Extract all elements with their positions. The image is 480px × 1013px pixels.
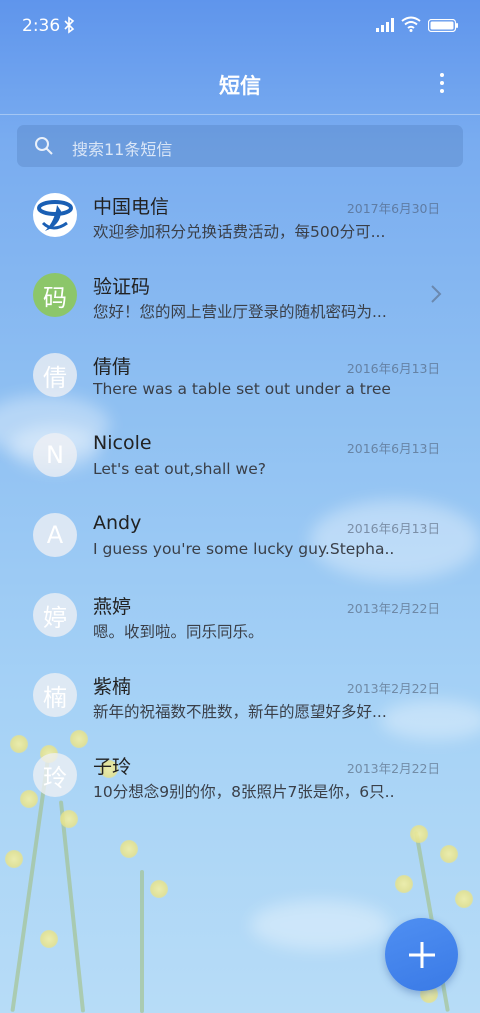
flower-stem [140, 870, 144, 1013]
message-date: 2013年2月22日 [346, 681, 440, 696]
status-time: 2:36 [22, 16, 61, 36]
message-date: 2013年2月22日 [346, 761, 440, 776]
avatar: 码 [33, 273, 77, 317]
plus-icon [408, 941, 435, 968]
message-preview: 嗯。收到啦。同乐同乐。 [93, 623, 264, 641]
message-item[interactable]: 玲 子玲 2013年2月22日 10分想念9别的你，8张照片7张是你，6只... [0, 736, 480, 816]
message-sender: 倩倩 [93, 356, 132, 378]
avatar: A [33, 513, 77, 557]
message-sender: Nicole [93, 432, 152, 454]
message-preview: 欢迎参加积分兑换话费活动，每500分可... [93, 223, 386, 241]
flower [440, 845, 458, 863]
message-item[interactable]: N Nicole 2016年6月13日 Let's eat out,shall … [0, 416, 480, 496]
flower [455, 890, 473, 908]
more-icon[interactable] [432, 70, 452, 96]
message-sender: 燕婷 [93, 596, 132, 618]
header-divider [0, 114, 480, 115]
message-date: 2016年6月13日 [346, 361, 440, 376]
message-date: 2016年6月13日 [346, 521, 440, 536]
message-sender: 验证码 [93, 276, 151, 298]
message-preview: Let's eat out,shall we? [93, 460, 266, 478]
message-preview: I guess you're some lucky guy.Stepha... [93, 540, 393, 558]
flower [410, 825, 428, 843]
search-input[interactable]: 搜索11条短信 [17, 125, 463, 167]
avatar: N [33, 433, 77, 477]
flower [5, 850, 23, 868]
flower [120, 840, 138, 858]
message-item[interactable]: 婷 燕婷 2013年2月22日 嗯。收到啦。同乐同乐。 [0, 576, 480, 656]
search-icon [35, 137, 53, 155]
background-cloud [250, 900, 390, 950]
flower-stem [58, 800, 86, 1013]
message-sender: 中国电信 [93, 196, 170, 218]
message-item[interactable]: 倩 倩倩 2016年6月13日 There was a table set ou… [0, 336, 480, 416]
avatar: 楠 [33, 673, 77, 717]
bluetooth-icon [64, 16, 75, 34]
avatar [33, 193, 77, 237]
flower [395, 875, 413, 893]
message-preview: There was a table set out under a tree i… [93, 380, 393, 398]
flower [150, 880, 168, 898]
message-sender: 紫楠 [93, 676, 132, 698]
message-date: 2017年6月30日 [346, 201, 440, 216]
flower [40, 930, 58, 948]
avatar: 倩 [33, 353, 77, 397]
message-preview: 10分想念9别的你，8张照片7张是你，6只... [93, 783, 393, 801]
message-preview: 新年的祝福数不胜数，新年的愿望好多好... [93, 703, 387, 721]
message-sender: Andy [93, 512, 142, 534]
message-item[interactable]: A Andy 2016年6月13日 I guess you're some lu… [0, 496, 480, 576]
avatar: 玲 [33, 753, 77, 797]
search-placeholder: 搜索11条短信 [72, 140, 173, 159]
signal-icon [376, 18, 394, 32]
status-bar: 2:36 [0, 0, 480, 52]
chevron-right-icon [431, 285, 442, 303]
message-preview: 您好！您的网上营业厅登录的随机密码为... [93, 303, 387, 321]
message-sender: 子玲 [93, 756, 132, 778]
china-telecom-logo-icon [37, 200, 73, 231]
page-title: 短信 [219, 74, 261, 98]
message-date: 2016年6月13日 [346, 441, 440, 456]
avatar: 婷 [33, 593, 77, 637]
message-date: 2013年2月22日 [346, 601, 440, 616]
message-item[interactable]: 楠 紫楠 2013年2月22日 新年的祝福数不胜数，新年的愿望好多好... [0, 656, 480, 736]
new-message-button[interactable] [385, 918, 458, 991]
wifi-icon [401, 16, 421, 32]
message-item-china-telecom[interactable]: 中国电信 2017年6月30日 欢迎参加积分兑换话费活动，每500分可... [0, 176, 480, 256]
message-item-verification-code[interactable]: 码 验证码 您好！您的网上营业厅登录的随机密码为... [0, 256, 480, 336]
battery-icon [428, 19, 458, 32]
message-list: 中国电信 2017年6月30日 欢迎参加积分兑换话费活动，每500分可... 码… [0, 176, 480, 816]
